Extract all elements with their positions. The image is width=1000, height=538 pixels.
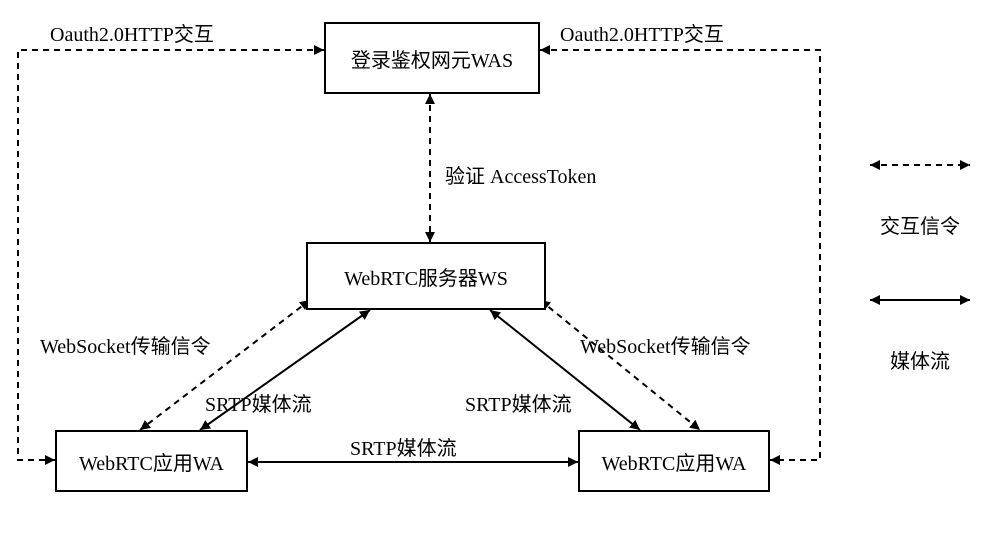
node-wa-right-label: WebRTC应用WA bbox=[602, 447, 747, 476]
label-srtp-left: SRTP媒体流 bbox=[205, 388, 312, 417]
label-srtp-bottom: SRTP媒体流 bbox=[350, 432, 457, 461]
node-ws: WebRTC服务器WS bbox=[306, 242, 546, 310]
legend-media: 媒体流 bbox=[890, 345, 950, 374]
node-wa-left: WebRTC应用WA bbox=[55, 430, 248, 492]
label-verify-token: 验证 AccessToken bbox=[445, 160, 596, 189]
node-ws-label: WebRTC服务器WS bbox=[344, 262, 508, 291]
label-oauth-left: Oauth2.0HTTP交互 bbox=[50, 18, 214, 47]
node-was-label: 登录鉴权网元WAS bbox=[351, 44, 513, 73]
label-websocket-left: WebSocket传输信令 bbox=[40, 330, 211, 359]
label-srtp-right: SRTP媒体流 bbox=[465, 388, 572, 417]
label-oauth-right: Oauth2.0HTTP交互 bbox=[560, 18, 724, 47]
legend-signaling: 交互信令 bbox=[880, 210, 960, 239]
node-wa-right: WebRTC应用WA bbox=[578, 430, 770, 492]
node-was: 登录鉴权网元WAS bbox=[324, 22, 540, 94]
diagram-stage: 登录鉴权网元WAS WebRTC服务器WS WebRTC应用WA WebRTC应… bbox=[0, 0, 1000, 538]
node-wa-left-label: WebRTC应用WA bbox=[79, 447, 224, 476]
label-websocket-right: WebSocket传输信令 bbox=[580, 330, 751, 359]
